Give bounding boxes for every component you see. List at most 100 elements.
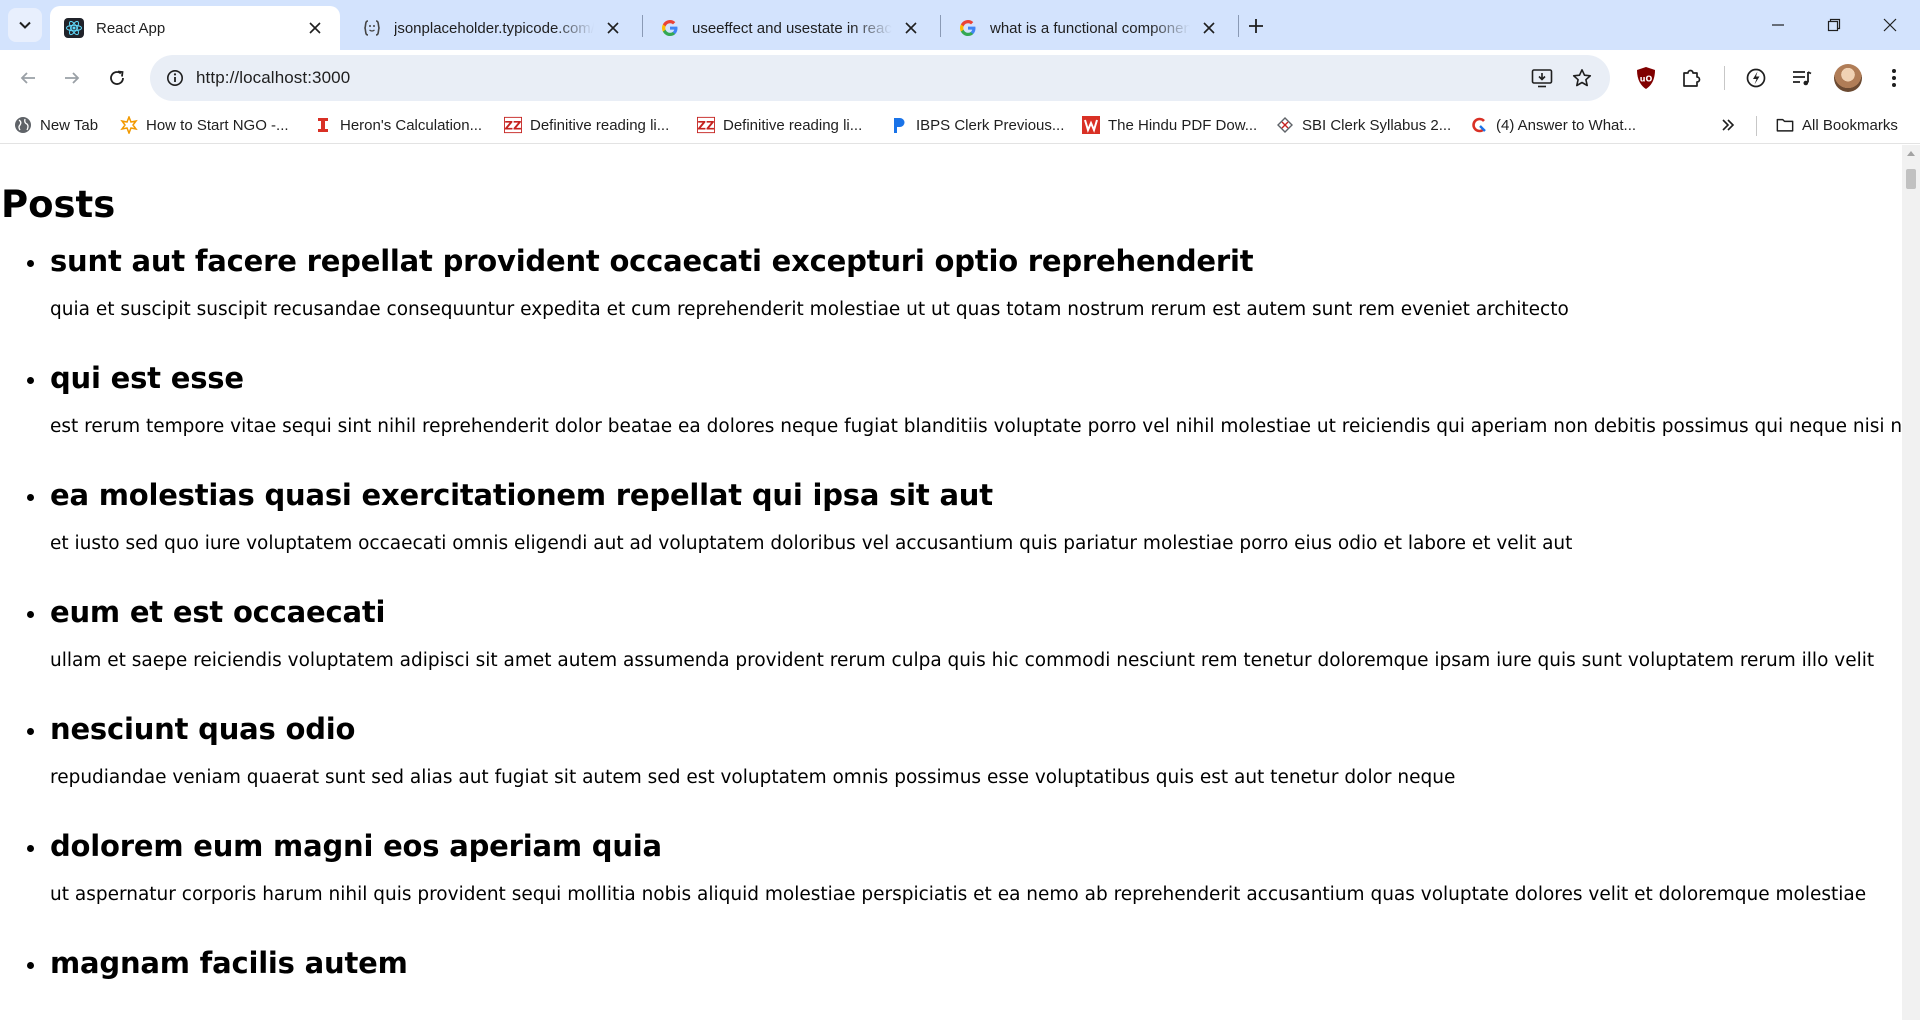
w-red-icon	[1082, 116, 1100, 134]
post-body: et iusto sed quo iure voluptatem occaeca…	[50, 533, 1573, 554]
tab-separator	[642, 15, 643, 37]
bookmark-definitive-reading-1[interactable]: ZZ Definitive reading li...	[504, 114, 669, 136]
address-bar[interactable]: http://localhost:3000	[150, 55, 1610, 101]
arrow-right-icon	[65, 72, 80, 84]
tab-strip: React App jsonplaceholder.typicode.com/p…	[0, 0, 1920, 50]
tab-title: what is a functional component	[990, 19, 1190, 37]
post-title: dolorem eum magni eos aperiam quia	[50, 829, 662, 863]
list-bullet	[27, 377, 34, 384]
post-body: quia et suscipit suscipit recusandae con…	[50, 299, 1569, 320]
forward-button[interactable]	[54, 60, 90, 96]
i-beam-icon	[314, 116, 332, 134]
svg-text:ZZ: ZZ	[698, 119, 715, 133]
quora-icon	[1470, 116, 1488, 134]
page-scrollbar[interactable]	[1902, 145, 1920, 1020]
svg-text:uO: uO	[1640, 75, 1653, 84]
scrollbar-thumb[interactable]	[1906, 169, 1916, 189]
minimize-button[interactable]	[1750, 0, 1806, 50]
reload-button[interactable]	[99, 60, 135, 96]
arrow-left-icon	[20, 72, 35, 84]
toolbar-divider	[1724, 66, 1725, 90]
site-info-icon[interactable]	[160, 63, 190, 93]
reload-icon	[110, 70, 124, 85]
all-bookmarks-label: All Bookmarks	[1802, 116, 1898, 134]
close-tab-icon[interactable]	[602, 17, 624, 39]
tab-google-useeffect[interactable]: useeffect and usestate in react -	[646, 6, 936, 50]
posts-list: sunt aut facere repellat provident occae…	[0, 241, 1902, 1020]
bookmark-label: Definitive reading li...	[723, 116, 863, 134]
back-button[interactable]	[10, 60, 46, 96]
tab-separator	[940, 15, 941, 37]
post-title: magnam facilis autem	[50, 946, 408, 980]
page-viewport: Posts sunt aut facere repellat provident…	[0, 145, 1902, 1020]
bookmark-label: Heron's Calculation...	[340, 116, 483, 134]
profile-avatar[interactable]	[1834, 64, 1862, 92]
bookmark-star-icon[interactable]	[1568, 64, 1596, 92]
address-url[interactable]: http://localhost:3000	[196, 68, 350, 88]
tab-title: React App	[96, 19, 166, 37]
list-bullet	[27, 845, 34, 852]
zz-red-icon: ZZ	[504, 116, 522, 134]
globe-icon	[14, 116, 32, 134]
close-tab-icon[interactable]	[304, 17, 326, 39]
restore-button[interactable]	[1806, 0, 1862, 50]
post-item: eum et est occaecati ullam et saepe reic…	[0, 592, 1902, 709]
bookmark-label: The Hindu PDF Dow...	[1108, 116, 1258, 134]
google-icon	[660, 18, 680, 38]
new-tab-button[interactable]	[1242, 12, 1270, 40]
bookmarks-bar: New Tab How to Start NGO -... Heron's Ca…	[0, 106, 1920, 144]
extensions-puzzle-icon[interactable]	[1677, 64, 1705, 92]
tab-search-button[interactable]	[8, 8, 42, 42]
bookmark-sbi-clerk[interactable]: SBI Clerk Syllabus 2...	[1276, 114, 1451, 136]
tab-title: useeffect and usestate in react -	[692, 19, 892, 37]
performance-icon[interactable]	[1742, 64, 1770, 92]
post-item: ea molestias quasi exercitationem repell…	[0, 475, 1902, 592]
post-title: nesciunt quas odio	[50, 712, 356, 746]
bookmark-label: How to Start NGO -...	[146, 116, 289, 134]
all-bookmarks-button[interactable]: All Bookmarks	[1776, 114, 1898, 136]
minimize-icon	[1772, 24, 1784, 26]
close-icon	[1883, 18, 1897, 32]
bookmark-ngo[interactable]: How to Start NGO -...	[120, 114, 289, 136]
tab-title: jsonplaceholder.typicode.com/p	[394, 19, 594, 37]
plus-icon	[1249, 19, 1263, 33]
tab-jsonplaceholder[interactable]: jsonplaceholder.typicode.com/p	[348, 6, 638, 50]
react-icon	[64, 18, 84, 38]
restore-icon	[1827, 18, 1841, 32]
post-item: sunt aut facere repellat provident occae…	[0, 241, 1902, 358]
bookmark-herons[interactable]: Heron's Calculation...	[314, 114, 482, 136]
post-body: ullam et saepe reiciendis voluptatem adi…	[50, 650, 1875, 671]
gear-star-icon	[120, 116, 138, 134]
bookmark-definitive-reading-2[interactable]: ZZ Definitive reading li...	[697, 114, 862, 136]
tab-react-app[interactable]: React App	[50, 6, 340, 50]
media-control-icon[interactable]	[1788, 64, 1816, 92]
bookmark-the-hindu[interactable]: The Hindu PDF Dow...	[1082, 114, 1257, 136]
bookmark-label: (4) Answer to What...	[1496, 116, 1637, 134]
react-app-page: Posts sunt aut facere repellat provident…	[0, 145, 1902, 1020]
bookmark-quora-answer[interactable]: (4) Answer to What...	[1470, 114, 1636, 136]
bookmark-label: New Tab	[40, 116, 99, 134]
post-body: est rerum tempore vitae sequi sint nihil…	[50, 416, 1902, 437]
google-icon	[958, 18, 978, 38]
bookmark-new-tab[interactable]: New Tab	[14, 114, 98, 136]
close-tab-icon[interactable]	[900, 17, 922, 39]
install-app-icon[interactable]	[1528, 64, 1556, 92]
ublock-extension-icon[interactable]: uO	[1632, 64, 1660, 92]
close-window-button[interactable]	[1862, 0, 1918, 50]
tab-separator	[1238, 15, 1239, 37]
list-bullet	[27, 611, 34, 618]
kebab-menu-icon[interactable]	[1880, 64, 1908, 92]
scroll-up-arrow-icon[interactable]	[1907, 151, 1915, 156]
folder-icon	[1776, 116, 1794, 134]
close-tab-icon[interactable]	[1198, 17, 1220, 39]
post-item: qui est esse est rerum tempore vitae seq…	[0, 358, 1902, 475]
list-bullet	[27, 962, 34, 969]
tab-google-functional-component[interactable]: what is a functional component	[944, 6, 1234, 50]
bookmark-ibps[interactable]: IBPS Clerk Previous...	[890, 114, 1064, 136]
list-bullet	[27, 728, 34, 735]
list-bullet	[27, 260, 34, 267]
bookmark-label: SBI Clerk Syllabus 2...	[1302, 116, 1452, 134]
more-bookmarks-chevron-icon[interactable]	[1716, 114, 1740, 136]
bookmarks-divider	[1756, 116, 1757, 136]
svg-text:ZZ: ZZ	[505, 119, 522, 133]
